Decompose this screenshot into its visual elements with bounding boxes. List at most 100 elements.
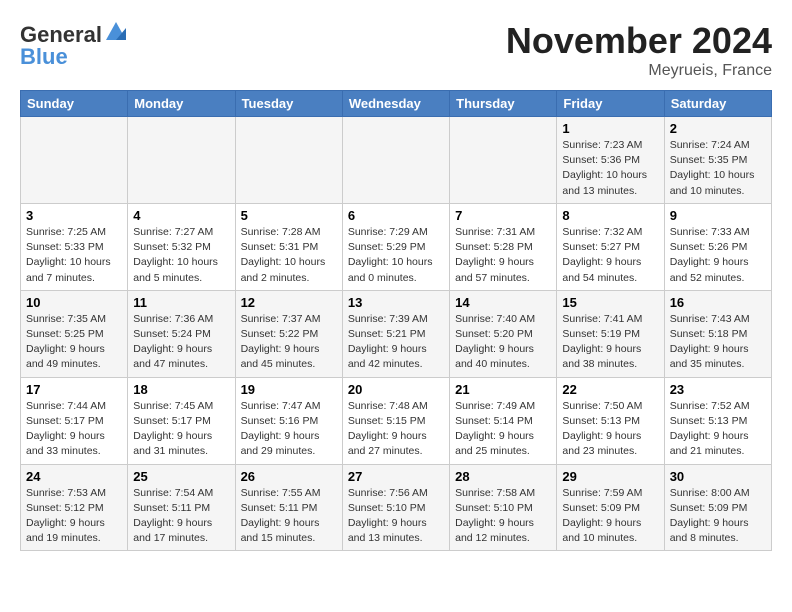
day-info: Sunrise: 7:45 AM Sunset: 5:17 PM Dayligh… <box>133 399 229 460</box>
day-number: 22 <box>562 382 658 397</box>
weekday-header: Thursday <box>450 91 557 117</box>
day-number: 14 <box>455 295 551 310</box>
calendar-cell: 13 Sunrise: 7:39 AM Sunset: 5:21 PM Dayli… <box>342 290 449 377</box>
day-number: 28 <box>455 469 551 484</box>
location-title: Meyrueis, France <box>506 62 772 80</box>
day-info: Sunrise: 7:50 AM Sunset: 5:13 PM Dayligh… <box>562 399 658 460</box>
day-info: Sunrise: 7:25 AM Sunset: 5:33 PM Dayligh… <box>26 225 122 286</box>
day-info: Sunrise: 7:58 AM Sunset: 5:10 PM Dayligh… <box>455 486 551 547</box>
day-info: Sunrise: 7:55 AM Sunset: 5:11 PM Dayligh… <box>241 486 337 547</box>
day-info: Sunrise: 7:35 AM Sunset: 5:25 PM Dayligh… <box>26 312 122 373</box>
month-title: November 2024 <box>506 20 772 62</box>
calendar-cell: 6 Sunrise: 7:29 AM Sunset: 5:29 PM Daylig… <box>342 203 449 290</box>
calendar-cell: 26 Sunrise: 7:55 AM Sunset: 5:11 PM Dayli… <box>235 464 342 551</box>
calendar-cell: 9Sunrise: 7:33 AM Sunset: 5:26 PM Daylig… <box>664 203 771 290</box>
day-info: Sunrise: 7:59 AM Sunset: 5:09 PM Dayligh… <box>562 486 658 547</box>
calendar-cell: 1 Sunrise: 7:23 AM Sunset: 5:36 PM Daylig… <box>557 117 664 204</box>
day-number: 18 <box>133 382 229 397</box>
day-number: 11 <box>133 295 229 310</box>
day-info: Sunrise: 7:56 AM Sunset: 5:10 PM Dayligh… <box>348 486 444 547</box>
calendar-cell: 19 Sunrise: 7:47 AM Sunset: 5:16 PM Dayli… <box>235 377 342 464</box>
day-number: 23 <box>670 382 766 397</box>
day-number: 19 <box>241 382 337 397</box>
day-number: 2 <box>670 121 766 136</box>
weekday-header: Saturday <box>664 91 771 117</box>
calendar-cell: 11 Sunrise: 7:36 AM Sunset: 5:24 PM Dayli… <box>128 290 235 377</box>
day-number: 24 <box>26 469 122 484</box>
calendar-table: SundayMondayTuesdayWednesdayThursdayFrid… <box>20 90 772 551</box>
day-number: 8 <box>562 208 658 223</box>
day-info: Sunrise: 7:32 AM Sunset: 5:27 PM Dayligh… <box>562 225 658 286</box>
calendar-cell: 2 Sunrise: 7:24 AM Sunset: 5:35 PM Daylig… <box>664 117 771 204</box>
calendar-cell: 3 Sunrise: 7:25 AM Sunset: 5:33 PM Daylig… <box>21 203 128 290</box>
calendar-cell: 24 Sunrise: 7:53 AM Sunset: 5:12 PM Dayli… <box>21 464 128 551</box>
weekday-header: Friday <box>557 91 664 117</box>
day-info: Sunrise: 7:54 AM Sunset: 5:11 PM Dayligh… <box>133 486 229 547</box>
day-number: 4 <box>133 208 229 223</box>
calendar-cell <box>450 117 557 204</box>
day-info: Sunrise: 7:37 AM Sunset: 5:22 PM Dayligh… <box>241 312 337 373</box>
day-info: Sunrise: 7:36 AM Sunset: 5:24 PM Dayligh… <box>133 312 229 373</box>
day-number: 5 <box>241 208 337 223</box>
page-header: General Blue November 2024 Meyrueis, Fra… <box>20 20 772 80</box>
day-info: Sunrise: 7:23 AM Sunset: 5:36 PM Dayligh… <box>562 138 658 199</box>
day-info: Sunrise: 7:29 AM Sunset: 5:29 PM Dayligh… <box>348 225 444 286</box>
day-info: Sunrise: 7:40 AM Sunset: 5:20 PM Dayligh… <box>455 312 551 373</box>
calendar-cell <box>21 117 128 204</box>
weekday-header: Monday <box>128 91 235 117</box>
title-block: November 2024 Meyrueis, France <box>506 20 772 80</box>
calendar-cell: 29Sunrise: 7:59 AM Sunset: 5:09 PM Dayli… <box>557 464 664 551</box>
calendar-cell: 25Sunrise: 7:54 AM Sunset: 5:11 PM Dayli… <box>128 464 235 551</box>
day-info: Sunrise: 7:27 AM Sunset: 5:32 PM Dayligh… <box>133 225 229 286</box>
day-info: Sunrise: 7:52 AM Sunset: 5:13 PM Dayligh… <box>670 399 766 460</box>
day-number: 12 <box>241 295 337 310</box>
logo-blue: Blue <box>20 44 68 70</box>
day-number: 1 <box>562 121 658 136</box>
calendar-cell: 22 Sunrise: 7:50 AM Sunset: 5:13 PM Dayli… <box>557 377 664 464</box>
day-number: 6 <box>348 208 444 223</box>
calendar-cell: 16 Sunrise: 7:43 AM Sunset: 5:18 PM Dayli… <box>664 290 771 377</box>
day-info: Sunrise: 7:31 AM Sunset: 5:28 PM Dayligh… <box>455 225 551 286</box>
calendar-cell <box>235 117 342 204</box>
logo: General Blue <box>20 20 126 70</box>
day-info: Sunrise: 7:39 AM Sunset: 5:21 PM Dayligh… <box>348 312 444 373</box>
calendar-cell: 12 Sunrise: 7:37 AM Sunset: 5:22 PM Dayli… <box>235 290 342 377</box>
day-info: Sunrise: 7:44 AM Sunset: 5:17 PM Dayligh… <box>26 399 122 460</box>
calendar-cell: 23 Sunrise: 7:52 AM Sunset: 5:13 PM Dayli… <box>664 377 771 464</box>
day-info: Sunrise: 7:43 AM Sunset: 5:18 PM Dayligh… <box>670 312 766 373</box>
calendar-cell: 17 Sunrise: 7:44 AM Sunset: 5:17 PM Dayli… <box>21 377 128 464</box>
calendar-cell: 10 Sunrise: 7:35 AM Sunset: 5:25 PM Dayli… <box>21 290 128 377</box>
calendar-cell: 21 Sunrise: 7:49 AM Sunset: 5:14 PM Dayli… <box>450 377 557 464</box>
day-number: 10 <box>26 295 122 310</box>
weekday-header: Sunday <box>21 91 128 117</box>
day-info: Sunrise: 7:41 AM Sunset: 5:19 PM Dayligh… <box>562 312 658 373</box>
day-number: 3 <box>26 208 122 223</box>
day-number: 13 <box>348 295 444 310</box>
day-info: Sunrise: 7:48 AM Sunset: 5:15 PM Dayligh… <box>348 399 444 460</box>
day-info: Sunrise: 7:33 AM Sunset: 5:26 PM Dayligh… <box>670 225 766 286</box>
calendar-cell <box>342 117 449 204</box>
weekday-header: Wednesday <box>342 91 449 117</box>
day-info: Sunrise: 7:47 AM Sunset: 5:16 PM Dayligh… <box>241 399 337 460</box>
calendar-cell: 4 Sunrise: 7:27 AM Sunset: 5:32 PM Daylig… <box>128 203 235 290</box>
calendar-cell: 27Sunrise: 7:56 AM Sunset: 5:10 PM Dayli… <box>342 464 449 551</box>
day-number: 30 <box>670 469 766 484</box>
day-number: 21 <box>455 382 551 397</box>
day-info: Sunrise: 7:28 AM Sunset: 5:31 PM Dayligh… <box>241 225 337 286</box>
day-number: 16 <box>670 295 766 310</box>
weekday-header: Tuesday <box>235 91 342 117</box>
calendar-cell: 7 Sunrise: 7:31 AM Sunset: 5:28 PM Daylig… <box>450 203 557 290</box>
day-number: 17 <box>26 382 122 397</box>
logo-triangle-icon <box>104 20 126 42</box>
day-info: Sunrise: 7:24 AM Sunset: 5:35 PM Dayligh… <box>670 138 766 199</box>
calendar-cell: 18 Sunrise: 7:45 AM Sunset: 5:17 PM Dayli… <box>128 377 235 464</box>
day-info: Sunrise: 8:00 AM Sunset: 5:09 PM Dayligh… <box>670 486 766 547</box>
day-number: 7 <box>455 208 551 223</box>
day-number: 26 <box>241 469 337 484</box>
calendar-cell: 30 Sunrise: 8:00 AM Sunset: 5:09 PM Dayli… <box>664 464 771 551</box>
day-info: Sunrise: 7:53 AM Sunset: 5:12 PM Dayligh… <box>26 486 122 547</box>
calendar-cell: 15Sunrise: 7:41 AM Sunset: 5:19 PM Dayli… <box>557 290 664 377</box>
calendar-cell <box>128 117 235 204</box>
calendar-cell: 8 Sunrise: 7:32 AM Sunset: 5:27 PM Daylig… <box>557 203 664 290</box>
day-info: Sunrise: 7:49 AM Sunset: 5:14 PM Dayligh… <box>455 399 551 460</box>
